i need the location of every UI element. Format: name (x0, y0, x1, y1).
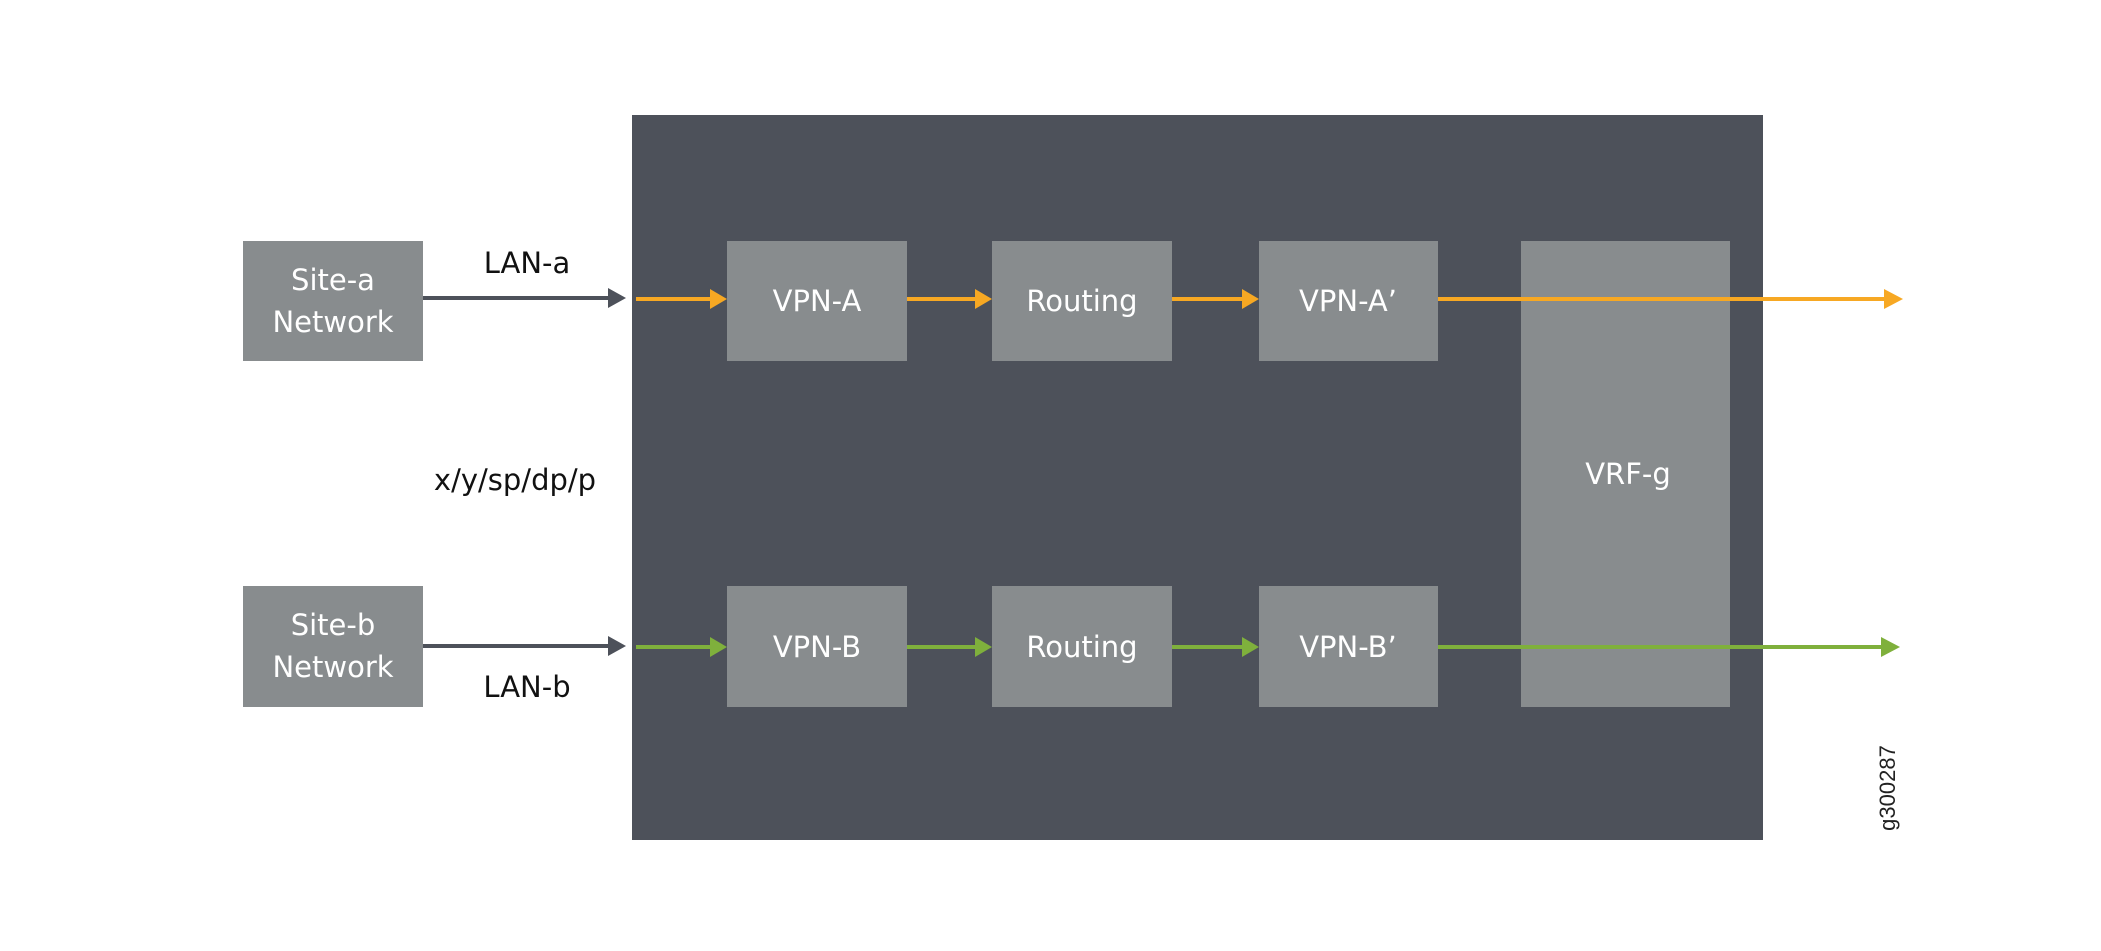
lan-b-link: LAN-b (423, 636, 626, 704)
routing-a-label: Routing (1026, 284, 1137, 318)
flow-b-stage-1: VPN-B (727, 586, 907, 707)
site-b-network-node: Site-b Network (243, 586, 423, 707)
site-b-label-line2: Network (272, 650, 393, 684)
vpn-a-prime-label: VPN-A’ (1299, 284, 1397, 318)
flow-b-stage-2: Routing (992, 586, 1172, 707)
site-a-network-node: Site-a Network (243, 241, 423, 361)
flow-a-stage-1: VPN-A (727, 241, 907, 361)
lan-a-link: LAN-a (423, 246, 626, 308)
lan-a-arrowhead-icon (608, 288, 626, 308)
flow-a-stage-2: Routing (992, 241, 1172, 361)
lan-a-label: LAN-a (484, 246, 571, 280)
vpn-b-label: VPN-B (773, 630, 861, 664)
site-a-label-line2: Network (272, 305, 393, 339)
flow-a-egress-arrowhead-icon (1884, 289, 1903, 309)
vrf-g-label: VRF-g (1585, 457, 1671, 491)
vpn-a-label: VPN-A (773, 284, 862, 318)
interface-label: x/y/sp/dp/p (434, 463, 596, 497)
site-b-box (243, 586, 423, 707)
routing-b-label: Routing (1026, 630, 1137, 664)
site-a-box (243, 241, 423, 361)
diagram-canvas: Site-a Network Site-b Network LAN-a LAN-… (243, 115, 1903, 840)
site-a-label-line1: Site-a (291, 263, 375, 297)
vpn-b-prime-label: VPN-B’ (1299, 630, 1397, 664)
flow-b-egress-arrowhead-icon (1881, 637, 1900, 657)
lan-b-arrowhead-icon (608, 636, 626, 656)
flow-a-stage-3: VPN-A’ (1259, 241, 1438, 361)
flow-b-stage-3: VPN-B’ (1259, 586, 1438, 707)
lan-b-label: LAN-b (483, 670, 570, 704)
figure-id: g300287 (1875, 745, 1900, 831)
site-b-label-line1: Site-b (291, 608, 376, 642)
